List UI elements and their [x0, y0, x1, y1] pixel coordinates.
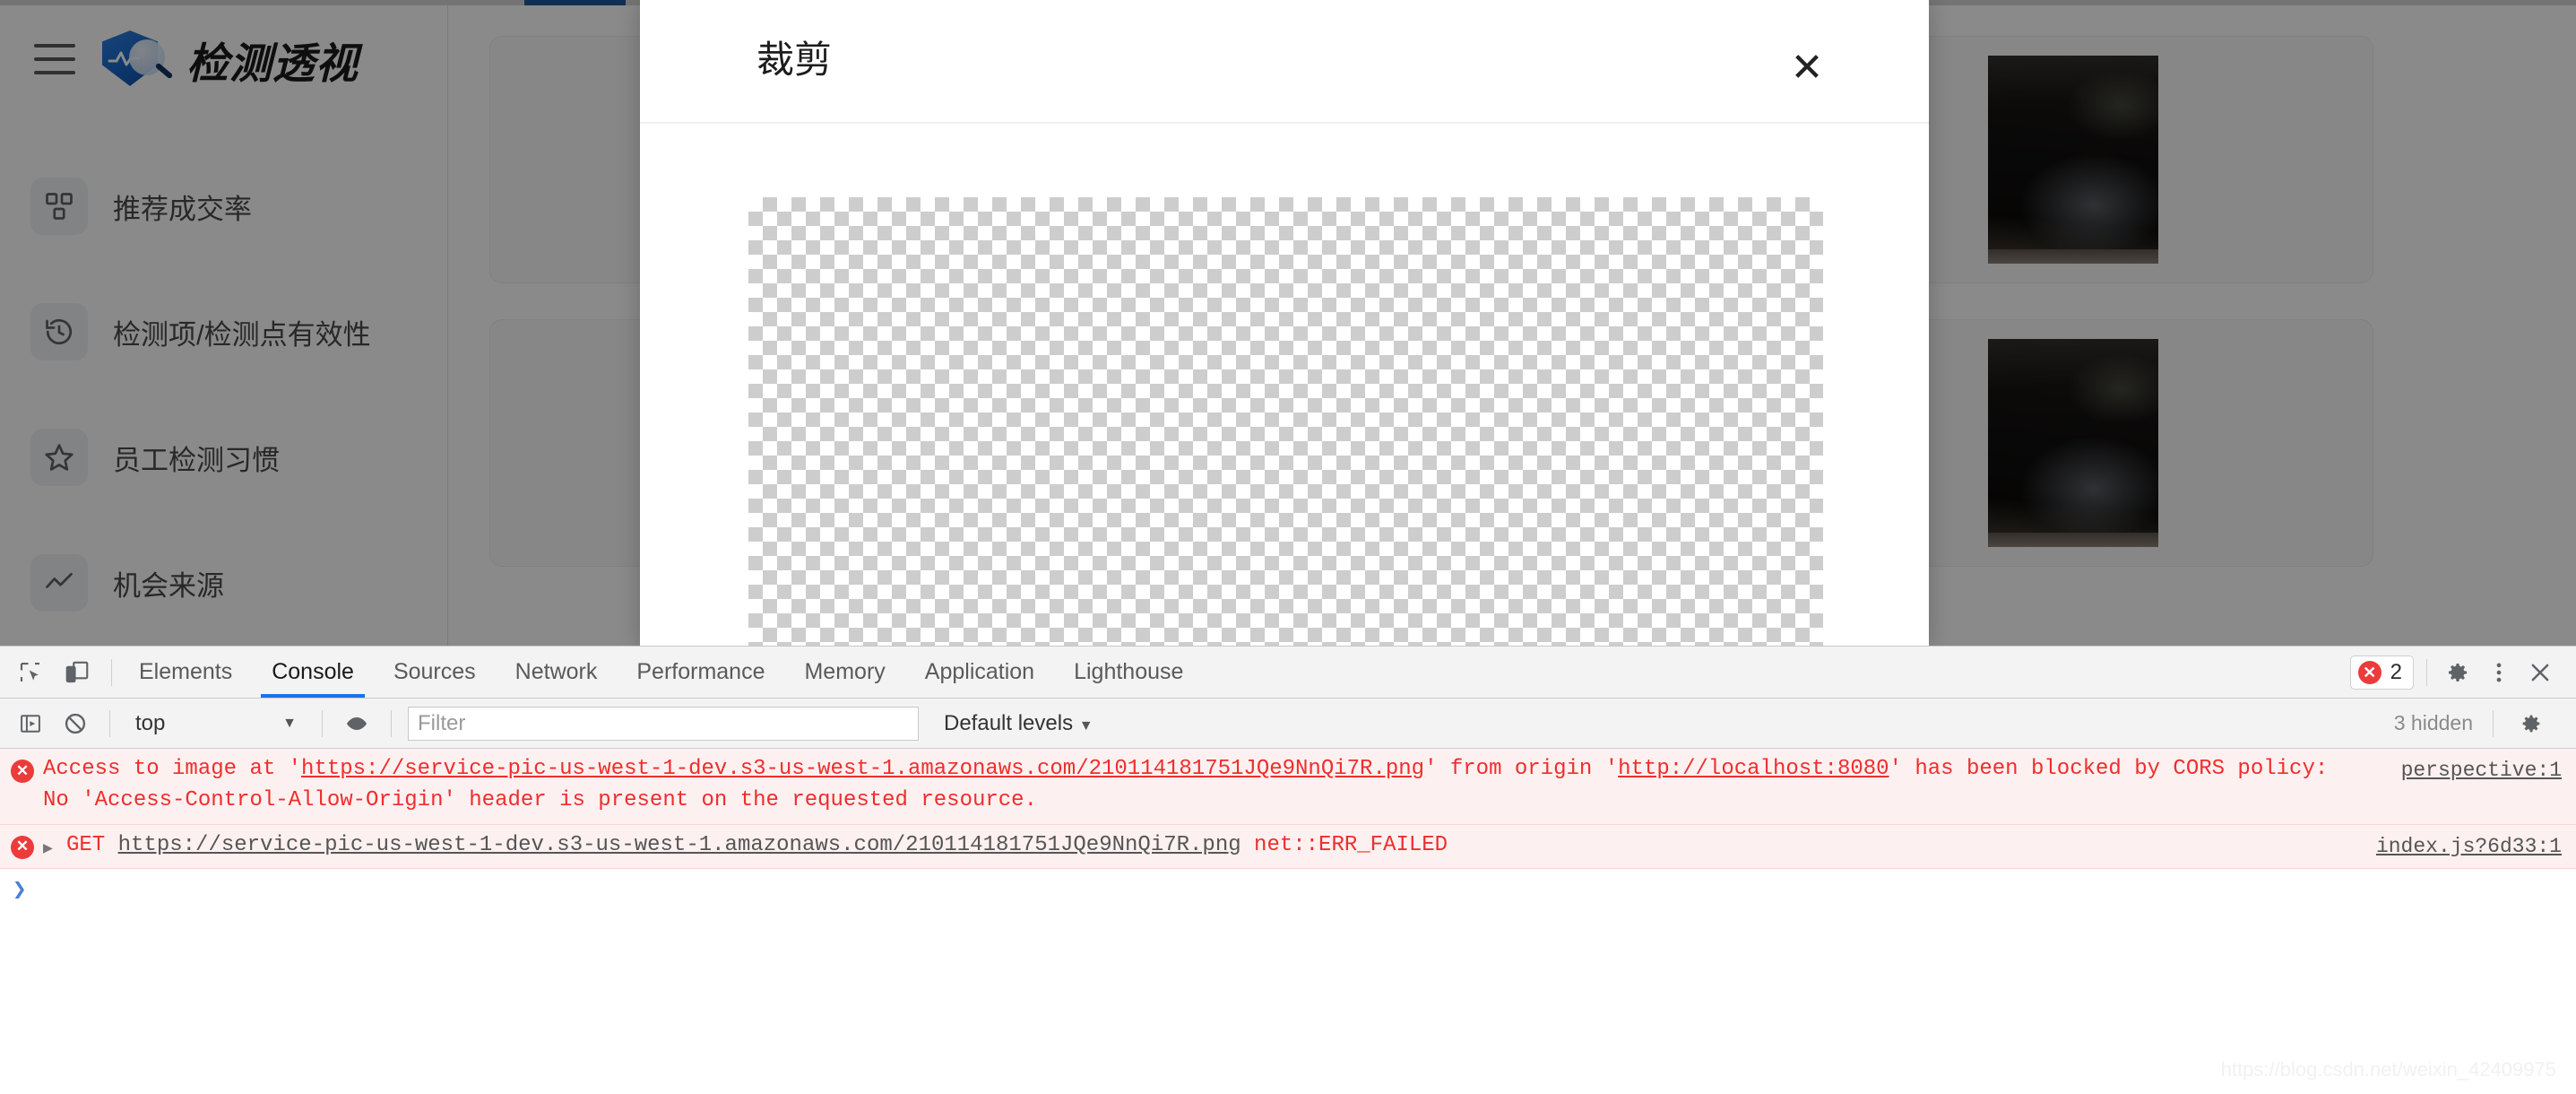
tab-performance[interactable]: Performance: [617, 647, 784, 698]
error-circle-icon: ✕: [11, 835, 34, 859]
toolbar-divider: [322, 709, 323, 737]
console-error-message[interactable]: ✕ Access to image at 'https://service-pi…: [0, 749, 2576, 825]
error-count-badge[interactable]: ✕ 2: [2349, 655, 2414, 690]
msg-post: ' has been blocked by CORS policy:: [1889, 757, 2329, 781]
expand-triangle-icon[interactable]: ▶: [43, 838, 61, 861]
devtools-tabbar: Elements Console Sources Network Perform…: [0, 647, 2576, 699]
devtools-panel: Elements Console Sources Network Perform…: [0, 646, 2576, 1094]
clear-console-icon[interactable]: [57, 706, 93, 742]
msg-mid: ' from origin ': [1424, 757, 1619, 781]
gear-icon[interactable]: [2440, 655, 2476, 690]
toolbar-divider: [2426, 658, 2427, 686]
devtools-tool-icons: [0, 647, 104, 698]
console-message-source[interactable]: index.js?6d33:1: [2376, 832, 2562, 862]
tab-elements[interactable]: Elements: [119, 647, 252, 698]
watermark: https://blog.csdn.net/weixin_42409975: [2220, 1058, 2556, 1081]
device-toolbar-icon[interactable]: [59, 655, 95, 690]
console-input-prompt[interactable]: ❯: [0, 869, 2576, 910]
tab-application[interactable]: Application: [905, 647, 1054, 698]
console-error-message[interactable]: ✕ ▶ GET https://service-pic-us-west-1-de…: [0, 824, 2576, 870]
console-message-list: ✕ Access to image at 'https://service-pi…: [0, 749, 2576, 911]
request-status: net::ERR_FAILED: [1254, 832, 1448, 857]
devtools-tab-list: Elements Console Sources Network Perform…: [119, 647, 1203, 698]
hidden-messages-count: 3 hidden: [2393, 711, 2473, 734]
toolbar-divider: [391, 709, 392, 737]
request-method: GET: [66, 832, 106, 857]
blocked-image-url[interactable]: https://service-pic-us-west-1-dev.s3-us-…: [301, 757, 1424, 781]
console-message-text: GET https://service-pic-us-west-1-dev.s3…: [66, 830, 2562, 862]
modal-title: 裁剪: [756, 39, 833, 81]
crop-modal-dialog: 裁剪 ✕: [640, 0, 1929, 646]
tab-console[interactable]: Console: [252, 647, 374, 698]
toolbar-divider: [111, 658, 112, 686]
log-levels-dropdown[interactable]: Default levels ▼: [944, 711, 1094, 736]
close-icon[interactable]: [2522, 655, 2558, 690]
msg-pre: Access to image at ': [43, 757, 302, 781]
crop-canvas-transparent-area[interactable]: [748, 197, 1823, 646]
devtools-tabbar-actions: ✕ 2: [2349, 647, 2576, 698]
toolbar-divider: [2493, 709, 2494, 737]
execution-context-value: top: [135, 710, 166, 735]
error-circle-icon: ✕: [2357, 660, 2382, 684]
modal-body: [640, 124, 1929, 646]
origin-url[interactable]: http://localhost:8080: [1618, 757, 1889, 781]
error-count: 2: [2390, 659, 2402, 684]
live-expression-eye-icon[interactable]: [339, 706, 375, 742]
inspect-element-icon[interactable]: [13, 655, 48, 690]
console-filter-toolbar: top ▼ Default levels ▼ 3 hidden: [0, 699, 2576, 749]
tab-sources[interactable]: Sources: [374, 647, 496, 698]
chevron-down-icon: ▼: [282, 715, 297, 731]
gear-icon[interactable]: [2513, 706, 2549, 742]
console-message-text: Access to image at 'https://service-pic-…: [43, 754, 2562, 817]
toolbar-divider: [109, 709, 110, 737]
msg-line2: No 'Access-Control-Allow-Origin' header …: [43, 787, 1037, 812]
console-message-source[interactable]: perspective:1: [2401, 756, 2562, 786]
close-icon[interactable]: ✕: [1784, 45, 1830, 91]
console-filter-input[interactable]: [408, 706, 919, 741]
kebab-menu-icon[interactable]: [2481, 655, 2517, 690]
chevron-down-icon: ▼: [1078, 717, 1094, 734]
tab-memory[interactable]: Memory: [784, 647, 904, 698]
tab-network[interactable]: Network: [496, 647, 618, 698]
filterbar-right: 3 hidden: [2394, 706, 2563, 742]
tab-lighthouse[interactable]: Lighthouse: [1054, 647, 1203, 698]
execution-context-select[interactable]: top ▼: [126, 707, 306, 741]
request-url[interactable]: https://service-pic-us-west-1-dev.s3-us-…: [118, 833, 1241, 857]
log-levels-label: Default levels: [944, 710, 1074, 735]
error-circle-icon: ✕: [11, 760, 34, 783]
prompt-chevron-icon: ❯: [13, 876, 27, 904]
console-sidebar-icon[interactable]: [13, 706, 48, 742]
modal-header: 裁剪 ✕: [640, 0, 1929, 124]
